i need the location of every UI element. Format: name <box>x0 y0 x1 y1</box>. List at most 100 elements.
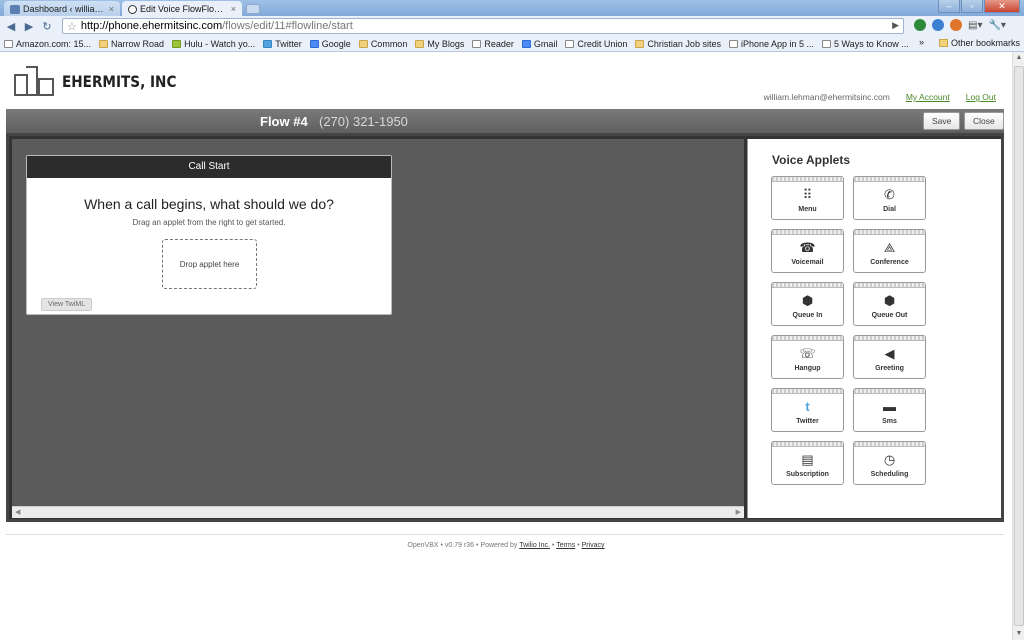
bookmarks-overflow-chevron-icon[interactable]: » <box>919 37 924 47</box>
bookmark-reader[interactable]: Reader <box>472 39 514 49</box>
minimize-button[interactable]: – <box>938 0 960 13</box>
page-scrollbar[interactable]: ▲ ▼ <box>1012 52 1024 640</box>
applet-menu[interactable]: ⠿ Menu <box>771 176 844 220</box>
call-start-header: Call Start <box>27 156 391 178</box>
bookmark-google[interactable]: Google <box>309 39 351 49</box>
conference-icon: ⟁ <box>883 240 896 255</box>
drag-handle[interactable] <box>772 283 843 288</box>
applet-sms[interactable]: ▬ Sms <box>853 388 926 432</box>
extension-orange-icon[interactable] <box>950 19 962 31</box>
wrench-menu-icon[interactable]: 🔧▾ <box>988 20 1005 31</box>
close-button[interactable]: Close <box>964 112 1004 130</box>
canvas-horizontal-scrollbar[interactable]: ◀ ▶ <box>12 506 744 518</box>
applet-conference[interactable]: ⟁ Conference <box>853 229 926 273</box>
drop-applet-zone[interactable]: Drop applet here <box>162 239 257 289</box>
extension-blue-icon[interactable] <box>932 19 944 31</box>
applet-twitter[interactable]: t Twitter <box>771 388 844 432</box>
bookmark-gmail[interactable]: Gmail <box>521 39 557 49</box>
bookmark-label: Reader <box>484 39 514 49</box>
drag-handle[interactable] <box>854 389 925 394</box>
applet-hangup[interactable]: ☏ Hangup <box>771 335 844 379</box>
call-start-question: When a call begins, what should we do? <box>84 196 334 212</box>
bookmark-hulu[interactable]: Hulu - Watch yo... <box>172 39 255 49</box>
address-bar[interactable]: ☆ http://phone.ehermitsinc.com/flows/edi… <box>62 18 904 34</box>
drag-handle[interactable] <box>772 442 843 447</box>
bookmark-star-icon[interactable]: ☆ <box>67 20 77 33</box>
drag-handle[interactable] <box>772 230 843 235</box>
other-bookmarks[interactable]: Other bookmarks <box>938 38 1020 48</box>
bookmark-5-ways[interactable]: 5 Ways to Know ... <box>822 39 909 49</box>
log-out-link[interactable]: Log Out <box>966 92 996 102</box>
applet-dial[interactable]: ✆ Dial <box>853 176 926 220</box>
applet-scheduling[interactable]: ◷ Scheduling <box>853 441 926 485</box>
back-arrow-icon[interactable]: ◀ <box>4 20 18 34</box>
drag-handle[interactable] <box>854 442 925 447</box>
tab-close-icon[interactable]: × <box>109 4 114 14</box>
save-button[interactable]: Save <box>923 112 961 130</box>
view-twiml-button[interactable]: View TwiML <box>41 298 93 311</box>
queue-out-icon: ⬢ <box>883 293 896 308</box>
my-account-link[interactable]: My Account <box>906 92 950 102</box>
bookmark-twitter[interactable]: Twitter <box>263 39 302 49</box>
bookmark-amazon[interactable]: Amazon.com: 15... <box>4 39 91 49</box>
bookmark-narrow-road[interactable]: Narrow Road <box>99 39 164 49</box>
drag-handle[interactable] <box>854 230 925 235</box>
tab-label: Edit Voice FlowFlow ... <box>140 4 228 14</box>
close-window-button[interactable]: ✕ <box>984 0 1020 13</box>
call-start-card: Call Start When a call begins, what shou… <box>26 155 392 315</box>
bookmark-christian-job-sites[interactable]: Christian Job sites <box>635 39 721 49</box>
applet-grid: ⠿ Menu ✆ Dial ☎ Voicemail ⟁ Conference ⬢ Queu… <box>771 176 926 485</box>
applet-label: Greeting <box>875 365 904 372</box>
scroll-up-arrow-icon[interactable]: ▲ <box>1013 52 1024 64</box>
extension-green-icon[interactable] <box>914 19 926 31</box>
clock-icon: ◷ <box>883 452 896 467</box>
page-menu-icon[interactable]: ▤▾ <box>968 20 982 31</box>
bookmark-common[interactable]: Common <box>358 39 407 49</box>
tab-close-icon[interactable]: × <box>231 4 236 14</box>
drag-handle[interactable] <box>854 283 925 288</box>
greeting-icon: ◀ <box>884 346 895 361</box>
brand-logo[interactable]: EHERMITS, INC <box>14 64 197 98</box>
user-bar: william.lehman@ehermitsinc.com My Accoun… <box>764 92 996 102</box>
scroll-right-arrow-icon[interactable]: ▶ <box>736 507 741 519</box>
drag-handle[interactable] <box>854 177 925 182</box>
scroll-left-arrow-icon[interactable]: ◀ <box>15 507 20 519</box>
drag-handle[interactable] <box>772 389 843 394</box>
reload-icon[interactable]: ↻ <box>40 20 54 34</box>
maximize-button[interactable]: ▫ <box>961 0 983 13</box>
forward-arrow-icon[interactable]: ▶ <box>22 20 36 34</box>
applet-voicemail[interactable]: ☎ Voicemail <box>771 229 844 273</box>
scroll-thumb[interactable] <box>1014 66 1024 626</box>
drag-handle[interactable] <box>854 336 925 341</box>
new-tab-button[interactable] <box>246 4 260 14</box>
tab-dashboard[interactable]: Dashboard ‹ williaml... × <box>4 1 120 16</box>
twilio-link[interactable]: Twilio Inc. <box>519 542 550 549</box>
applet-label: Queue Out <box>871 312 908 319</box>
terms-link[interactable]: Terms <box>556 542 575 549</box>
brand-name: EHERMITS, INC <box>62 71 177 91</box>
flow-canvas[interactable]: Call Start When a call begins, what shou… <box>12 139 744 518</box>
applet-label: Menu <box>798 206 817 213</box>
reader-icon <box>472 40 482 48</box>
drag-handle[interactable] <box>772 336 843 341</box>
applet-queue-in[interactable]: ⬢ Queue In <box>771 282 844 326</box>
privacy-link[interactable]: Privacy <box>582 542 605 549</box>
flow-header-bar: Flow #4 (270) 321-1950 Save Close <box>6 109 1004 133</box>
ehermits-logo-icon <box>14 64 56 98</box>
applet-greeting[interactable]: ◀ Greeting <box>853 335 926 379</box>
bookmark-iphone-app[interactable]: iPhone App in 5 ... <box>728 39 815 49</box>
go-arrow-icon[interactable]: ▶ <box>892 20 899 31</box>
bookmark-credit-union[interactable]: Credit Union <box>565 39 627 49</box>
gmail-icon <box>521 40 531 48</box>
footer-separator: • <box>551 542 555 549</box>
tab-edit-voice-flow[interactable]: Edit Voice FlowFlow ... × <box>122 1 242 16</box>
applet-label: Conference <box>870 259 909 266</box>
applet-subscription[interactable]: ▤ Subscription <box>771 441 844 485</box>
voice-applets-panel: Voice Applets ⠿ Menu ✆ Dial ☎ Voicemail ⟁ Co… <box>747 139 1001 518</box>
scroll-down-arrow-icon[interactable]: ▼ <box>1013 628 1024 640</box>
bookmark-label: iPhone App in 5 ... <box>740 39 815 49</box>
applet-queue-out[interactable]: ⬢ Queue Out <box>853 282 926 326</box>
drag-handle[interactable] <box>772 177 843 182</box>
other-bookmarks-label: Other bookmarks <box>950 38 1020 48</box>
bookmark-my-blogs[interactable]: My Blogs <box>415 39 464 49</box>
